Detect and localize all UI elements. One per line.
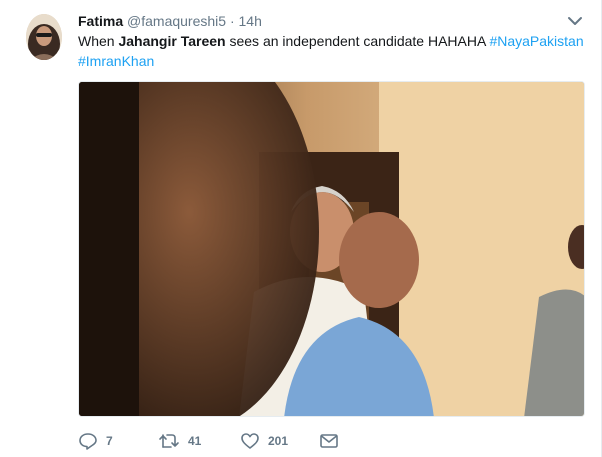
tweet-text: When Jahangir Tareen sees an independent… <box>78 31 588 71</box>
tweet-text-suffix: sees an independent candidate HAHAHA <box>225 33 490 49</box>
tweet-photo[interactable] <box>78 81 585 417</box>
tweet-text-prefix: When <box>78 33 119 49</box>
tweet-card[interactable]: Fatima @famaqureshi5 · 14h When Jahangir… <box>0 0 602 457</box>
retweet-icon <box>159 434 179 448</box>
hashtag-nayapakistan[interactable]: #NayaPakistan <box>489 33 583 49</box>
heart-icon <box>241 433 259 449</box>
retweet-count: 41 <box>188 434 202 448</box>
chevron-down-icon[interactable] <box>566 13 584 29</box>
tweet-actions: 7 41 201 <box>78 430 578 452</box>
author-handle[interactable]: @famaqureshi5 <box>127 13 226 29</box>
avatar-image <box>26 14 62 60</box>
envelope-icon <box>320 434 338 448</box>
reply-button[interactable]: 7 <box>78 430 113 452</box>
photo-image <box>79 82 584 416</box>
like-count: 201 <box>268 434 289 448</box>
tweet-text-bold: Jahangir Tareen <box>118 33 226 49</box>
separator-dot: · <box>229 13 235 29</box>
retweet-button[interactable]: 41 <box>158 430 201 452</box>
timestamp[interactable]: 14h <box>239 13 262 29</box>
avatar[interactable] <box>26 14 62 60</box>
hashtag-imrankhan[interactable]: #ImranKhan <box>78 53 154 69</box>
reply-icon <box>79 433 97 450</box>
like-button[interactable]: 201 <box>240 430 288 452</box>
direct-message-button[interactable] <box>319 430 339 452</box>
reply-count: 7 <box>106 434 113 448</box>
tweet-header: Fatima @famaqureshi5 · 14h <box>78 12 262 30</box>
author-name[interactable]: Fatima <box>78 13 123 29</box>
